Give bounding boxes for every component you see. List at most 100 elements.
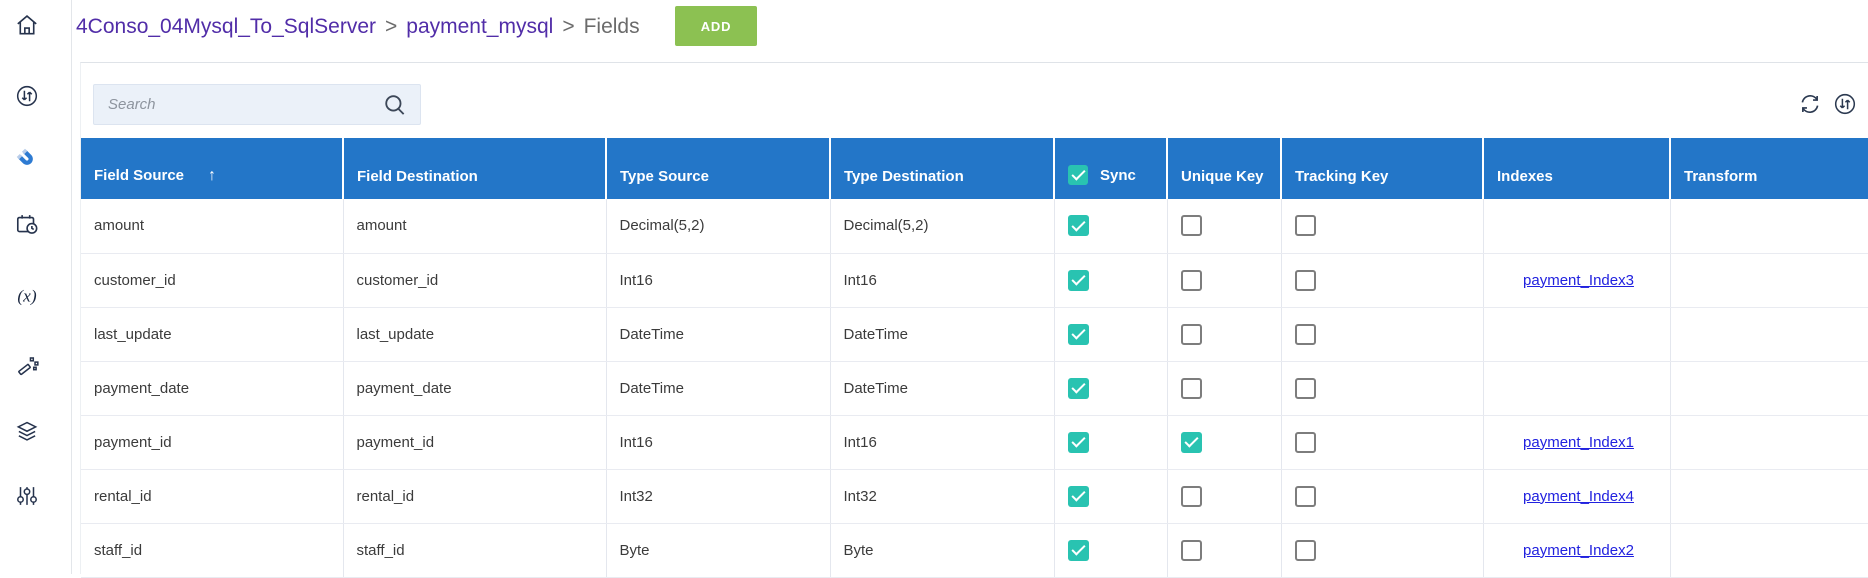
tracking-key-checkbox-cell xyxy=(1280,415,1483,470)
sidebar: (x) xyxy=(0,0,72,574)
cell-field-destination: last_update xyxy=(342,307,606,362)
unique-key-checkbox[interactable] xyxy=(1180,485,1202,507)
cell-field-destination: amount xyxy=(342,199,606,254)
svg-text:(x): (x) xyxy=(17,286,36,305)
unique-key-checkbox[interactable] xyxy=(1180,539,1202,561)
cell-transform xyxy=(1669,199,1868,254)
column-header-tracking-key[interactable]: Tracking Key xyxy=(1280,138,1483,199)
tracking-key-checkbox[interactable] xyxy=(1294,539,1316,561)
sort-ascending-icon: ↑ xyxy=(208,167,217,184)
table-header-row: Field Source ↑ Field Destination Type Sou… xyxy=(81,138,1868,199)
cell-field-source: amount xyxy=(81,199,343,254)
tracking-key-checkbox-cell xyxy=(1280,469,1483,524)
column-header-indexes[interactable]: Indexes xyxy=(1482,138,1670,199)
column-header-sync[interactable]: Sync xyxy=(1053,138,1167,199)
tracking-key-checkbox-cell xyxy=(1280,361,1483,416)
magnet-icon[interactable] xyxy=(14,146,40,172)
sync-checkbox[interactable] xyxy=(1067,215,1089,237)
import-export-icon[interactable] xyxy=(1832,91,1858,117)
cell-type-source: Int32 xyxy=(605,469,830,524)
cell-field-destination: rental_id xyxy=(342,469,606,524)
table-row: amount amount Decimal(5,2) Decimal(5,2) xyxy=(81,199,1868,254)
refresh-icon[interactable] xyxy=(1797,91,1823,117)
cell-type-source: DateTime xyxy=(605,361,830,416)
cell-field-source: rental_id xyxy=(81,469,343,524)
table-row: payment_date payment_date DateTime DateTime xyxy=(81,361,1868,416)
breadcrumb-project-link[interactable]: 4Conso_04Mysql_To_SqlServer xyxy=(76,15,376,39)
sync-checkbox-cell xyxy=(1053,307,1167,362)
fields-table: Field Source ↑ Field Destination Type Sou… xyxy=(81,138,1868,578)
indexes-cell xyxy=(1482,199,1670,254)
sync-checkbox-cell xyxy=(1053,523,1167,578)
column-header-type-source[interactable]: Type Source xyxy=(605,138,830,199)
index-link[interactable]: payment_Index4 xyxy=(1523,488,1634,505)
sync-checkbox[interactable] xyxy=(1067,485,1089,507)
sync-checkbox[interactable] xyxy=(1067,323,1089,345)
index-link[interactable]: payment_Index2 xyxy=(1523,542,1634,559)
sync-checkbox-cell xyxy=(1053,253,1167,308)
unique-key-checkbox[interactable] xyxy=(1180,323,1202,345)
functions-icon[interactable]: (x) xyxy=(14,283,40,309)
table-row: staff_id staff_id Byte Byte payment_Index2 xyxy=(81,523,1868,578)
search-icon[interactable] xyxy=(382,92,408,118)
cell-type-destination: Int16 xyxy=(829,415,1054,470)
sync-checkbox[interactable] xyxy=(1067,377,1089,399)
indexes-cell xyxy=(1482,307,1670,362)
add-button[interactable]: ADD xyxy=(675,6,757,46)
cell-transform xyxy=(1669,361,1868,416)
tracking-key-checkbox[interactable] xyxy=(1294,323,1316,345)
tracking-key-checkbox[interactable] xyxy=(1294,377,1316,399)
sync-checkbox[interactable] xyxy=(1067,539,1089,561)
cell-type-destination: Int32 xyxy=(829,469,1054,524)
index-link[interactable]: payment_Index1 xyxy=(1523,434,1634,451)
cell-transform xyxy=(1669,253,1868,308)
cell-field-source: last_update xyxy=(81,307,343,362)
home-icon[interactable] xyxy=(14,12,40,38)
cell-transform xyxy=(1669,415,1868,470)
tune-icon[interactable] xyxy=(14,483,40,509)
unique-key-checkbox-cell xyxy=(1166,361,1281,416)
cell-type-destination: DateTime xyxy=(829,307,1054,362)
cell-field-source: staff_id xyxy=(81,523,343,578)
tracking-key-checkbox[interactable] xyxy=(1294,215,1316,237)
table-row: rental_id rental_id Int32 Int32 payment_Inde… xyxy=(81,469,1868,524)
cell-type-destination: DateTime xyxy=(829,361,1054,416)
unique-key-checkbox[interactable] xyxy=(1180,431,1202,453)
indexes-cell: payment_Index2 xyxy=(1482,523,1670,578)
tracking-key-checkbox[interactable] xyxy=(1294,431,1316,453)
index-link[interactable]: payment_Index3 xyxy=(1523,272,1634,289)
cell-field-source: customer_id xyxy=(81,253,343,308)
column-header-unique-key[interactable]: Unique Key xyxy=(1166,138,1281,199)
table-actions xyxy=(1797,91,1858,117)
indexes-cell: payment_Index3 xyxy=(1482,253,1670,308)
layers-icon[interactable] xyxy=(14,418,40,444)
column-header-transform[interactable]: Transform xyxy=(1669,138,1868,199)
column-header-type-destination[interactable]: Type Destination xyxy=(829,138,1054,199)
indexes-cell: payment_Index1 xyxy=(1482,415,1670,470)
column-header-field-source[interactable]: Field Source ↑ xyxy=(81,138,343,199)
unique-key-checkbox[interactable] xyxy=(1180,215,1202,237)
sync-circle-icon[interactable] xyxy=(14,83,40,109)
breadcrumb-table-link[interactable]: payment_mysql xyxy=(406,15,553,39)
cell-field-destination: payment_id xyxy=(342,415,606,470)
tracking-key-checkbox[interactable] xyxy=(1294,269,1316,291)
unique-key-checkbox-cell xyxy=(1166,523,1281,578)
sync-all-checkbox[interactable] xyxy=(1068,165,1088,185)
tracking-key-checkbox-cell xyxy=(1280,253,1483,308)
cell-transform xyxy=(1669,523,1868,578)
column-header-field-destination[interactable]: Field Destination xyxy=(342,138,606,199)
schedule-icon[interactable] xyxy=(14,211,40,237)
unique-key-checkbox-cell xyxy=(1166,199,1281,254)
fields-panel: Field Source↑ Field Destination Type Sou… xyxy=(80,62,1868,578)
unique-key-checkbox-cell xyxy=(1166,307,1281,362)
tracking-key-checkbox-cell xyxy=(1280,307,1483,362)
sync-checkbox[interactable] xyxy=(1067,269,1089,291)
unique-key-checkbox-cell xyxy=(1166,415,1281,470)
unique-key-checkbox[interactable] xyxy=(1180,377,1202,399)
tracking-key-checkbox[interactable] xyxy=(1294,485,1316,507)
sync-checkbox[interactable] xyxy=(1067,431,1089,453)
breadcrumb: 4Conso_04Mysql_To_SqlServer > payment_my… xyxy=(76,8,640,46)
search-input[interactable] xyxy=(94,85,382,124)
magic-wand-icon[interactable] xyxy=(14,353,40,379)
unique-key-checkbox[interactable] xyxy=(1180,269,1202,291)
